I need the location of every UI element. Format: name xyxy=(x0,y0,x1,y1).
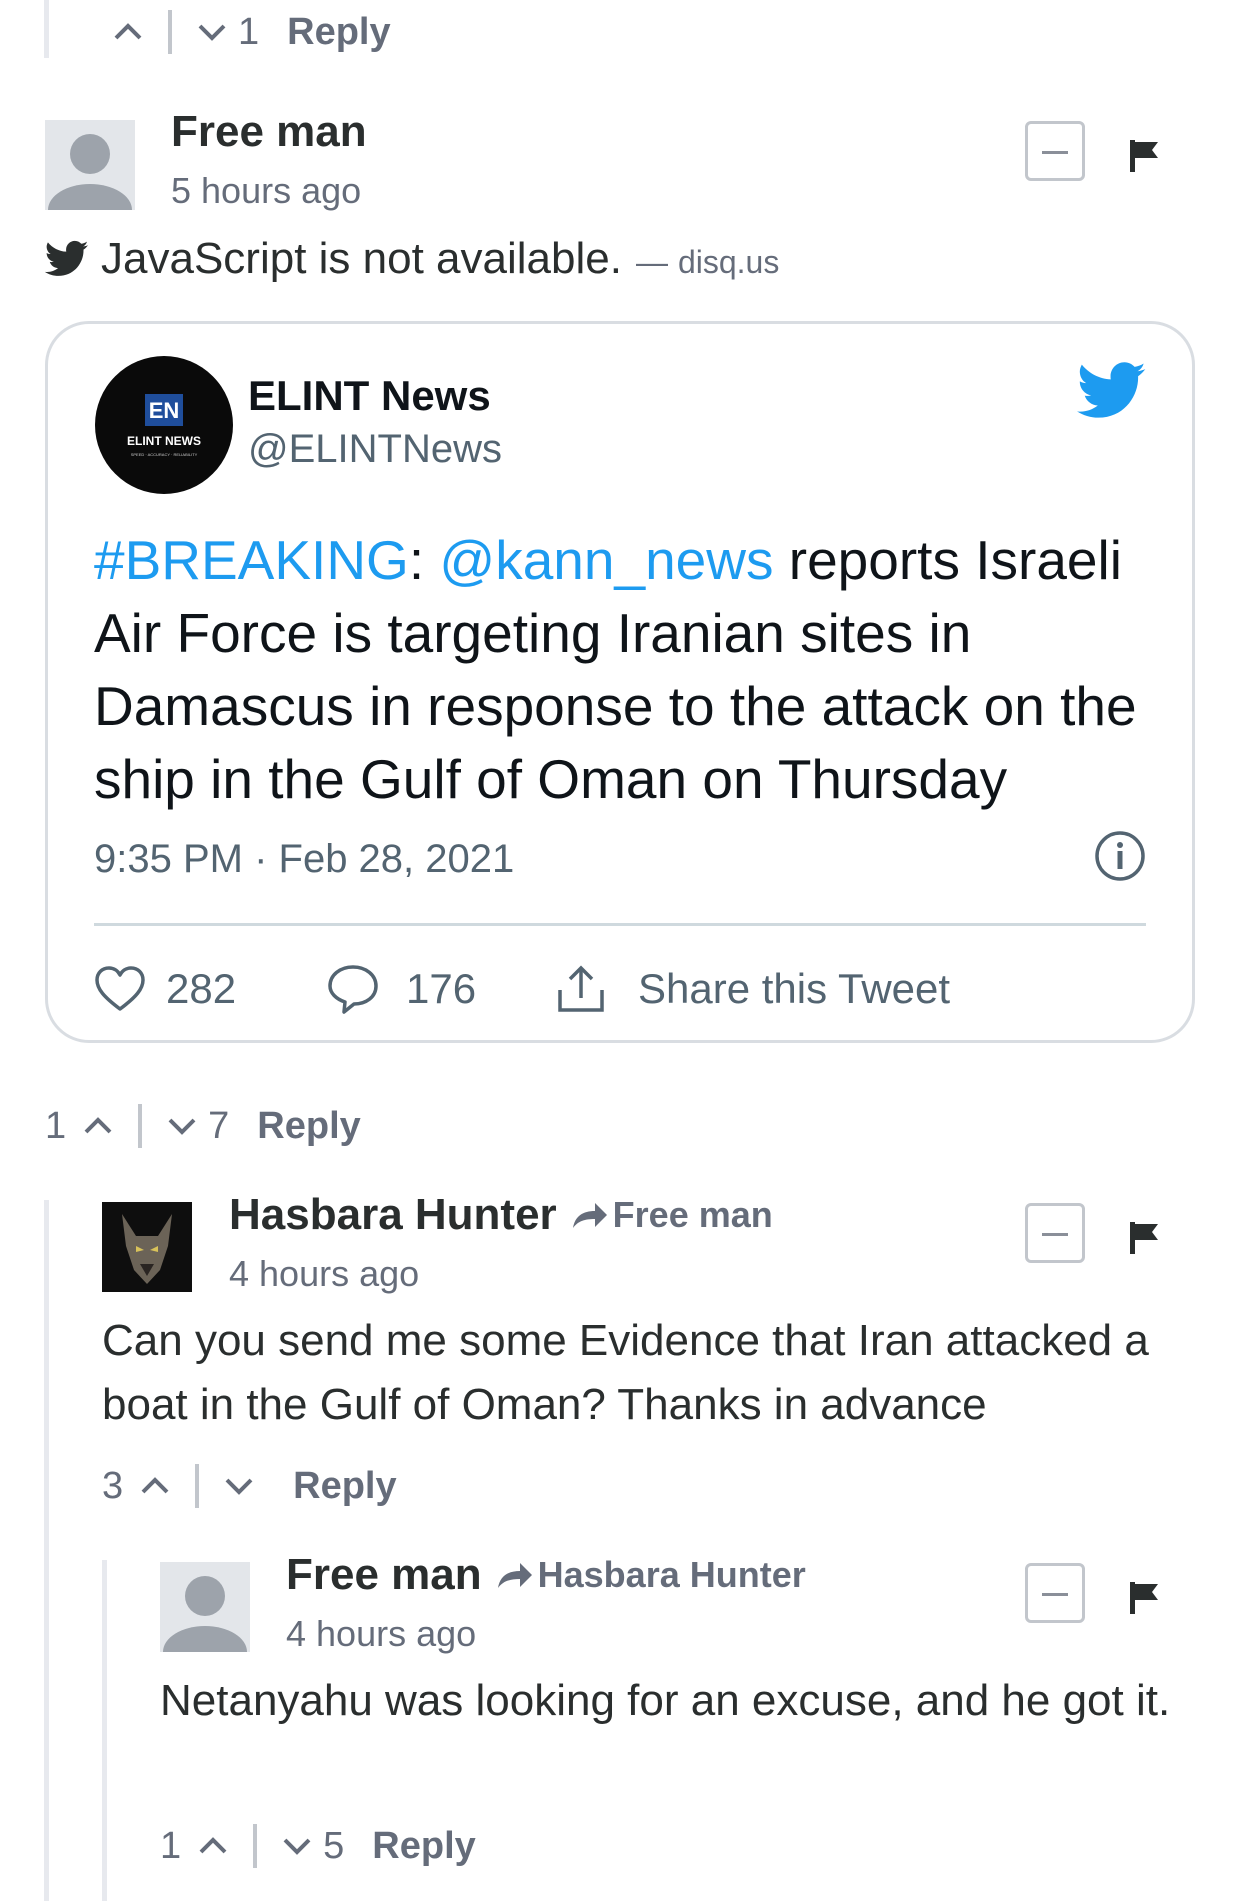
author-name[interactable]: Free man xyxy=(171,107,367,157)
chevron-down-icon xyxy=(225,1478,253,1495)
twitter-bird-icon[interactable] xyxy=(1077,362,1147,420)
info-icon[interactable] xyxy=(1094,830,1146,882)
comment-timestamp[interactable]: 4 hours ago xyxy=(229,1253,419,1295)
downvote-count: 7 xyxy=(208,1104,230,1147)
collapse-button[interactable] xyxy=(1025,1203,1085,1263)
like-action[interactable]: 282 xyxy=(94,954,236,1024)
avatar[interactable] xyxy=(102,1202,192,1292)
downvote-button[interactable] xyxy=(277,1826,317,1866)
speech-bubble-icon xyxy=(328,965,378,1014)
avatar[interactable] xyxy=(45,120,135,210)
svg-text:SPEED · ACCURACY · RELIABILITY: SPEED · ACCURACY · RELIABILITY xyxy=(131,452,198,457)
reply-button[interactable]: Reply xyxy=(287,11,390,54)
reply-action[interactable]: 176 xyxy=(326,954,476,1024)
upvote-button[interactable] xyxy=(108,12,148,52)
heart-icon xyxy=(95,966,145,1011)
chevron-down-icon xyxy=(198,24,226,41)
vote-bar: 1 5 Reply xyxy=(160,1824,476,1868)
reply-button[interactable]: Reply xyxy=(293,1465,396,1508)
tweet-avatar[interactable]: EN ELINT NEWS SPEED · ACCURACY · RELIABI… xyxy=(95,356,233,494)
author-name[interactable]: Free man xyxy=(286,1550,482,1600)
chevron-up-icon xyxy=(114,23,142,40)
tweet-hashtag[interactable]: #BREAKING xyxy=(94,529,409,591)
vote-separator xyxy=(195,1464,200,1508)
comment-text: Can you send me some Evidence that Iran … xyxy=(102,1316,1149,1429)
tweet-colon: : xyxy=(408,529,425,591)
avatar[interactable] xyxy=(160,1562,250,1652)
collapse-button[interactable] xyxy=(1025,1563,1085,1623)
reply-button[interactable]: Reply xyxy=(257,1105,360,1148)
reply-button[interactable]: Reply xyxy=(372,1825,475,1868)
downvote-count: 5 xyxy=(323,1824,345,1867)
twitter-embed-line: JavaScript is not available. — disq.us xyxy=(45,234,779,284)
chevron-down-icon xyxy=(168,1118,196,1135)
share-icon xyxy=(558,965,604,1012)
vote-bar: 1 Reply xyxy=(108,10,391,54)
tweet-author-name[interactable]: ELINT News xyxy=(248,372,491,420)
upvote-button[interactable] xyxy=(193,1826,233,1866)
like-count: 282 xyxy=(166,965,237,1012)
share-action[interactable]: Share this Tweet xyxy=(554,954,950,1024)
comment-timestamp[interactable]: 5 hours ago xyxy=(171,170,361,212)
embed-separator: — xyxy=(635,244,668,280)
downvote-button[interactable] xyxy=(162,1106,202,1146)
share-label: Share this Tweet xyxy=(638,965,951,1012)
tweet-divider xyxy=(94,923,1146,926)
upvote-button[interactable] xyxy=(135,1466,175,1506)
tweet-card[interactable]: EN ELINT NEWS SPEED · ACCURACY · RELIABI… xyxy=(45,321,1195,1043)
downvote-button[interactable] xyxy=(192,12,232,52)
vote-bar: 1 7 Reply xyxy=(45,1104,361,1148)
comment-text: Netanyahu was looking for an excuse, and… xyxy=(160,1676,1171,1725)
elint-logo-icon: EN ELINT NEWS SPEED · ACCURACY · RELIABI… xyxy=(127,394,201,457)
reply-to-author[interactable]: Free man xyxy=(613,1194,773,1236)
flag-icon[interactable] xyxy=(1128,1220,1162,1256)
upvote-count: 1 xyxy=(160,1824,182,1867)
vote-separator xyxy=(253,1824,258,1868)
downvote-button[interactable] xyxy=(219,1466,259,1506)
tweet-mention[interactable]: @kann_news xyxy=(439,529,773,591)
chevron-down-icon xyxy=(283,1838,311,1855)
flag-icon[interactable] xyxy=(1128,1580,1162,1616)
default-avatar-icon xyxy=(45,120,135,210)
thread-line xyxy=(102,1560,107,1901)
thread-line xyxy=(44,0,49,58)
comment-author[interactable]: Free man xyxy=(171,107,367,157)
comment-author[interactable]: Hasbara Hunter Free man xyxy=(229,1190,773,1240)
twitter-bird-icon xyxy=(45,240,89,276)
embed-text[interactable]: JavaScript is not available. xyxy=(101,234,622,284)
author-name[interactable]: Hasbara Hunter xyxy=(229,1190,557,1240)
tweet-timestamp[interactable]: 9:35 PM · Feb 28, 2021 xyxy=(94,837,514,882)
reply-count: 176 xyxy=(406,965,477,1012)
vote-bar: 3 Reply xyxy=(102,1464,397,1508)
upvote-count: 1 xyxy=(45,1104,67,1147)
chevron-up-icon xyxy=(84,1117,112,1134)
comment-author[interactable]: Free man Hasbara Hunter xyxy=(286,1550,806,1600)
embed-source[interactable]: disq.us xyxy=(678,244,779,281)
flag-icon[interactable] xyxy=(1128,138,1162,174)
upvote-count: 3 xyxy=(102,1464,124,1507)
vote-separator xyxy=(168,10,172,54)
tweet-text: #BREAKING: @kann_news reports Israeli Ai… xyxy=(94,524,1154,816)
reply-to-author[interactable]: Hasbara Hunter xyxy=(538,1554,806,1596)
downvote-count: 1 xyxy=(238,10,260,53)
chevron-up-icon xyxy=(199,1837,227,1854)
tweet-author-handle[interactable]: @ELINTNews xyxy=(248,427,502,472)
vote-separator xyxy=(138,1104,143,1148)
collapse-button[interactable] xyxy=(1025,121,1085,181)
tweet-actions: 282 176 Share this Tweet xyxy=(94,954,1146,1024)
svg-text:EN: EN xyxy=(149,398,180,423)
arrow-right-icon xyxy=(572,1203,607,1228)
upvote-button[interactable] xyxy=(78,1106,118,1146)
svg-text:ELINT NEWS: ELINT NEWS xyxy=(127,434,201,448)
thread-line xyxy=(44,1200,49,1901)
chevron-up-icon xyxy=(141,1477,169,1494)
comment-timestamp[interactable]: 4 hours ago xyxy=(286,1613,476,1655)
arrow-right-icon xyxy=(497,1563,532,1588)
wolf-avatar-icon xyxy=(102,1202,192,1292)
default-avatar-icon xyxy=(160,1562,250,1652)
